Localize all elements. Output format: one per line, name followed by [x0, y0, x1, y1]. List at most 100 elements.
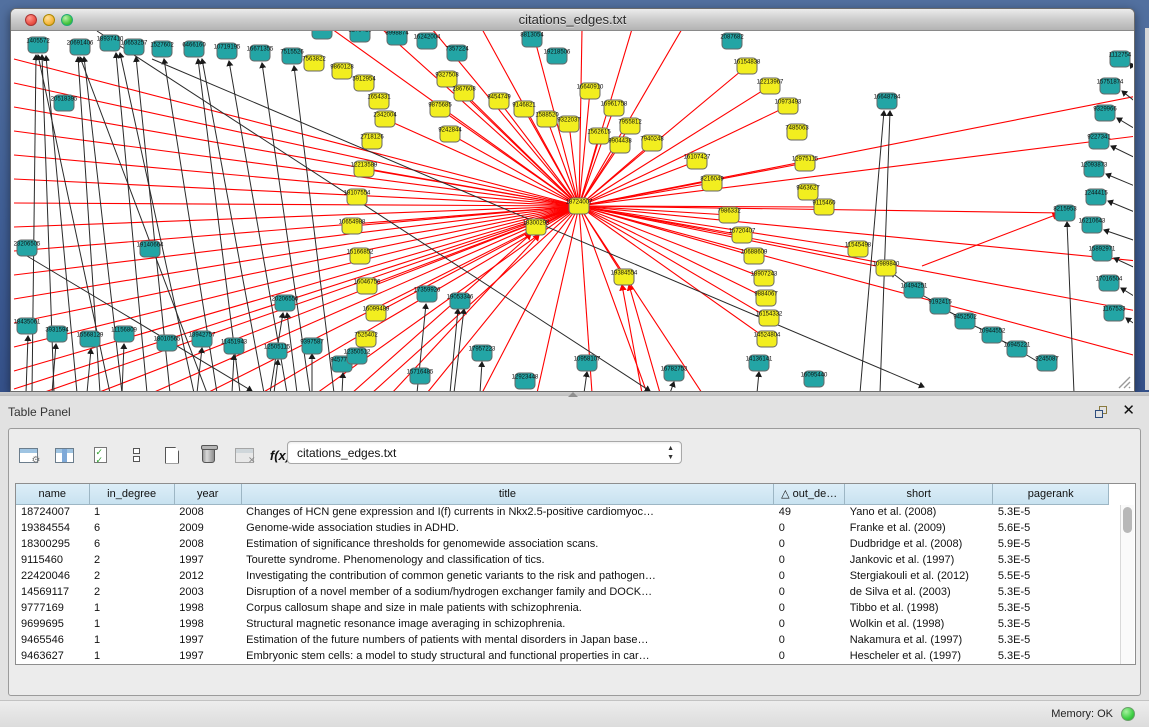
- graph-node[interactable]: 11451943: [221, 338, 248, 354]
- graph-node[interactable]: 9452502: [953, 313, 977, 329]
- graph-node[interactable]: 10944552: [979, 327, 1006, 343]
- splitter-handle-icon[interactable]: [568, 392, 578, 397]
- graph-node[interactable]: 16099489: [363, 305, 390, 321]
- graph-node[interactable]: 1405572: [26, 37, 50, 53]
- graph-node[interactable]: 8813054: [520, 31, 544, 47]
- graph-node[interactable]: 10494251: [901, 282, 928, 298]
- new-column-button[interactable]: [159, 441, 185, 469]
- float-panel-icon[interactable]: [1095, 406, 1109, 419]
- graph-node[interactable]: 19053346: [447, 293, 474, 309]
- graph-node[interactable]: 9860128: [330, 63, 354, 79]
- graph-node[interactable]: 12213589: [351, 161, 378, 177]
- graph-node[interactable]: 16782753: [661, 365, 688, 381]
- table-row[interactable]: 911546021997Tourette syndrome. Phenomeno…: [16, 552, 1109, 568]
- column-header-1[interactable]: in_degree: [89, 484, 174, 504]
- graph-node[interactable]: 1588520: [535, 111, 559, 127]
- graph-node[interactable]: 16107427: [684, 153, 711, 169]
- graph-node[interactable]: 8998874: [385, 31, 409, 45]
- graph-node[interactable]: 23206505: [14, 240, 41, 256]
- graph-node[interactable]: 12213967: [757, 78, 784, 94]
- graph-node[interactable]: 6466160: [182, 41, 206, 57]
- graph-node[interactable]: 1244415: [1084, 189, 1108, 205]
- table-row[interactable]: 969969511998Structural magnetic resonanc…: [16, 616, 1109, 632]
- graph-node[interactable]: 2718126: [360, 133, 384, 149]
- graph-node[interactable]: 10719195: [214, 43, 241, 59]
- graph-node[interactable]: 19140664: [137, 241, 164, 257]
- table-row[interactable]: 1456911722003Disruption of a novel membe…: [16, 584, 1109, 600]
- column-header-3[interactable]: title: [241, 484, 774, 504]
- graph-node[interactable]: 16961758: [601, 100, 628, 116]
- graph-node[interactable]: 10654988: [339, 218, 366, 234]
- graph-node[interactable]: 18724007: [566, 198, 593, 214]
- column-header-6[interactable]: pagerank: [993, 484, 1109, 504]
- graph-node[interactable]: 1167533: [1103, 305, 1127, 321]
- graph-node[interactable]: 7563822: [302, 55, 326, 71]
- graph-node[interactable]: 13942757: [189, 331, 216, 347]
- graph-node[interactable]: 17016504: [1096, 275, 1123, 291]
- graph-node[interactable]: 1527602: [150, 41, 174, 57]
- graph-node[interactable]: 12093873: [1081, 161, 1108, 177]
- graph-node[interactable]: 15751874: [1097, 78, 1124, 94]
- graph-node[interactable]: 8215953: [1053, 205, 1077, 221]
- graph-node[interactable]: 2342004: [373, 111, 397, 127]
- graph-node[interactable]: 16154332: [756, 310, 783, 326]
- delete-table-button[interactable]: ✕: [231, 441, 257, 469]
- show-columns-button[interactable]: [51, 441, 77, 469]
- graph-node[interactable]: 14136141: [746, 355, 773, 371]
- graph-node[interactable]: 10973493: [775, 98, 802, 114]
- column-header-2[interactable]: year: [174, 484, 241, 504]
- graph-node[interactable]: 16154838: [734, 58, 761, 74]
- graph-node[interactable]: 18107554: [344, 189, 371, 205]
- graph-node[interactable]: 18300295: [523, 219, 550, 235]
- graph-node[interactable]: 2867608: [452, 85, 476, 101]
- column-header-5[interactable]: short: [845, 484, 993, 504]
- graph-node[interactable]: 16095440: [801, 371, 828, 387]
- graph-node[interactable]: 18010565: [154, 335, 181, 351]
- graph-node[interactable]: 9322037: [557, 116, 581, 132]
- graph-node[interactable]: 9146821: [512, 101, 536, 117]
- graph-node[interactable]: 16046756: [354, 278, 381, 294]
- network-canvas[interactable]: 1405572206914061893741010653257152760264…: [12, 31, 1133, 391]
- graph-node[interactable]: 18907243: [751, 270, 778, 286]
- column-header-0[interactable]: name: [16, 484, 89, 504]
- graph-node[interactable]: 12350512: [344, 348, 371, 364]
- table-row[interactable]: 2242004622012Investigating the contribut…: [16, 568, 1109, 584]
- graph-node[interactable]: 15568129: [77, 331, 104, 347]
- graph-node[interactable]: 12923448: [512, 373, 539, 389]
- graph-node[interactable]: 9242844: [438, 126, 462, 142]
- graph-node[interactable]: 9884067: [754, 290, 778, 306]
- graph-node[interactable]: 15716485: [407, 368, 434, 384]
- graph-node[interactable]: 20518395: [51, 95, 78, 111]
- graph-node[interactable]: 9227341: [1087, 133, 1111, 149]
- graph-node[interactable]: 17359926: [414, 286, 441, 302]
- graph-node[interactable]: 7986332: [717, 207, 741, 223]
- graph-node[interactable]: 18435061: [14, 318, 41, 334]
- graph-node[interactable]: 8216049: [700, 175, 724, 191]
- graph-node[interactable]: 9463627: [796, 184, 820, 200]
- graph-node[interactable]: 20206556: [272, 295, 299, 311]
- citation-network-graph[interactable]: 1405572206914061893741010653257152760264…: [12, 31, 1133, 391]
- graph-node[interactable]: 7955812: [618, 118, 642, 134]
- graph-node[interactable]: 14524804: [754, 331, 781, 347]
- window-titlebar[interactable]: citations_edges.txt: [11, 9, 1134, 31]
- graph-node[interactable]: 5912954: [352, 75, 376, 91]
- graph-node[interactable]: 11545498: [845, 241, 872, 257]
- graph-node[interactable]: 17957223: [469, 345, 496, 361]
- graph-node[interactable]: 15720407: [729, 227, 756, 243]
- graph-node[interactable]: 11156809: [111, 326, 137, 342]
- graph-node[interactable]: 7515526: [280, 48, 304, 64]
- table-row[interactable]: 1938455462009Genome-wide association stu…: [16, 520, 1109, 536]
- graph-node[interactable]: 9327508: [435, 71, 459, 87]
- graph-node[interactable]: 20691406: [67, 39, 94, 55]
- graph-node[interactable]: 3931594: [45, 326, 69, 342]
- scrollbar-thumb[interactable]: [1123, 507, 1132, 533]
- graph-node[interactable]: 7940248: [640, 135, 664, 151]
- graph-node[interactable]: 16210643: [1079, 217, 1106, 233]
- graph-node[interactable]: 9192415: [928, 298, 952, 314]
- graph-node[interactable]: 7525402: [354, 331, 378, 347]
- graph-node[interactable]: 19218506: [544, 48, 571, 64]
- row-checks-button[interactable]: ✓✓: [87, 441, 113, 469]
- table-row[interactable]: 1830029562008Estimation of significance …: [16, 536, 1109, 552]
- graph-node[interactable]: 1654331: [367, 93, 391, 109]
- table-row[interactable]: 977716911998Corpus callosum shape and si…: [16, 600, 1109, 616]
